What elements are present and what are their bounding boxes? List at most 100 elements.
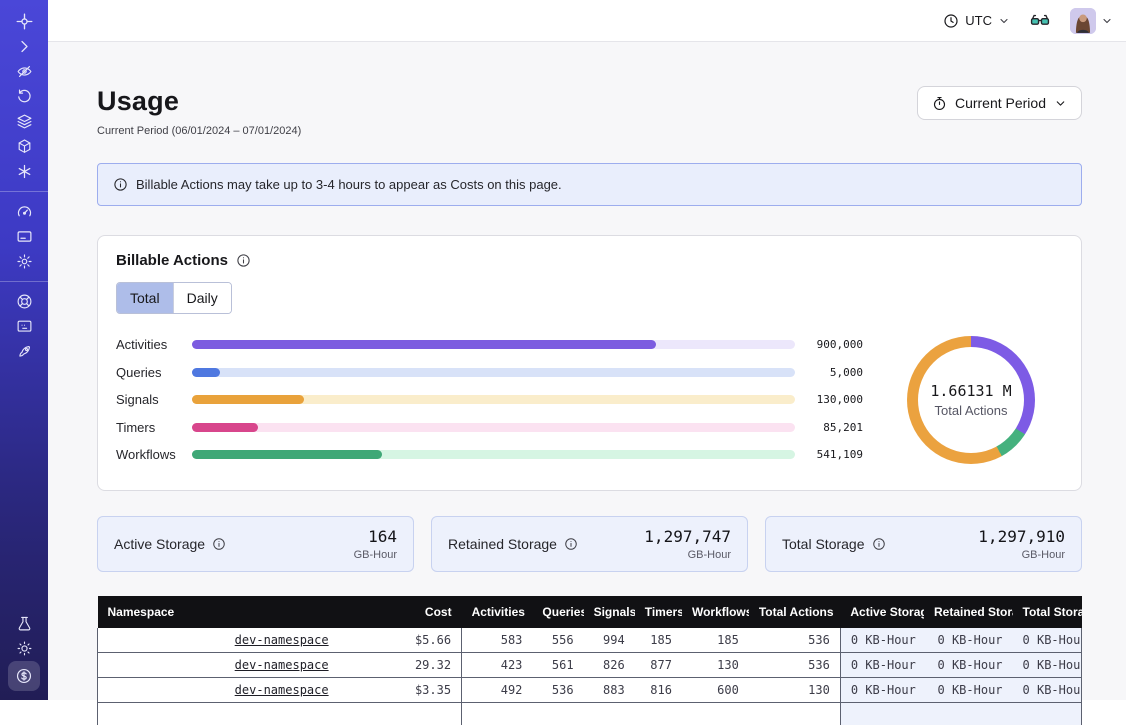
theme-sun-icon[interactable] [9, 636, 39, 661]
period-dropdown-button[interactable]: Current Period [917, 86, 1082, 120]
cell-retained-storage: 0 KB-Hour [924, 677, 1013, 702]
stopwatch-icon [932, 96, 947, 111]
clock-icon [943, 13, 959, 29]
table-row: dev-namespace 29.32 423 561 826 877 130 … [98, 652, 1082, 677]
collapse-chevron-icon[interactable] [9, 34, 39, 59]
bar-fill [192, 340, 656, 349]
user-menu[interactable] [1070, 8, 1113, 34]
cell-cost: 29.32 [339, 652, 462, 677]
tab-total[interactable]: Total [117, 283, 173, 313]
col-timers: Timers [635, 596, 682, 628]
support-lifebuoy-icon[interactable] [9, 289, 39, 314]
cell-activities: 423 [462, 652, 533, 677]
bar-fill [192, 423, 258, 432]
cell-cost: $5.66 [339, 628, 462, 653]
bar-value: 900,000 [795, 338, 863, 351]
col-retained-storage: Retained Storage [924, 596, 1013, 628]
table-row: dev-namespace $5.66 583 556 994 185 185 … [98, 628, 1082, 653]
cell-retained-storage: 0 KB-Hour [924, 628, 1013, 653]
cell-total-storage: 0 KB-Hour [1013, 677, 1082, 702]
info-icon[interactable] [236, 253, 251, 268]
info-icon[interactable] [872, 537, 886, 551]
total-storage-value: 1,297,910 [978, 527, 1065, 546]
timezone-selector[interactable]: UTC [943, 13, 1010, 29]
bar-row-activities: Activities 900,000 [116, 331, 863, 359]
tab-daily[interactable]: Daily [173, 283, 231, 313]
col-activities: Activities [462, 596, 533, 628]
bar-value: 5,000 [795, 366, 863, 379]
info-icon[interactable] [564, 537, 578, 551]
cell-workflows: 185 [682, 628, 749, 653]
bar-row-workflows: Workflows 541,109 [116, 441, 863, 469]
info-banner: Billable Actions may take up to 3-4 hour… [97, 163, 1082, 206]
bar-track [192, 368, 795, 377]
asterisk-icon[interactable] [9, 159, 39, 184]
bar-chart: Activities 900,000 Queries 5,000 Signals [116, 331, 863, 469]
settings-gear-icon[interactable] [9, 249, 39, 274]
namespace-link[interactable]: dev-namespace [235, 658, 329, 672]
cube-icon[interactable] [9, 134, 39, 159]
usage-dollar-icon[interactable] [8, 661, 40, 691]
namespace-link[interactable]: dev-namespace [235, 683, 329, 697]
col-queries: Queries [532, 596, 583, 628]
info-icon[interactable] [212, 537, 226, 551]
temporal-logo-icon[interactable] [9, 9, 39, 34]
bar-row-signals: Signals 130,000 [116, 386, 863, 414]
cell-cost: $3.35 [339, 677, 462, 702]
bar-fill [192, 368, 220, 377]
cell-activities: 583 [462, 628, 533, 653]
active-storage-label: Active Storage [114, 536, 205, 552]
total-storage-card: Total Storage 1,297,910 GB-Hour [765, 516, 1082, 572]
cell-total-actions: 536 [749, 628, 841, 653]
rocket-icon[interactable] [9, 339, 39, 364]
bar-track [192, 340, 795, 349]
active-storage-card: Active Storage 164 GB-Hour [97, 516, 414, 572]
dev-glasses-icon[interactable] [1029, 10, 1051, 32]
namespace-link[interactable]: dev-namespace [235, 633, 329, 647]
layers-icon[interactable] [9, 109, 39, 134]
cell-retained-storage: 0 KB-Hour [924, 652, 1013, 677]
period-button-label: Current Period [955, 95, 1046, 111]
col-signals: Signals [584, 596, 635, 628]
chevron-down-icon [998, 15, 1010, 27]
chevron-down-icon [1054, 97, 1067, 110]
bar-fill [192, 395, 304, 404]
lab-flask-icon[interactable] [9, 611, 39, 636]
history-icon[interactable] [9, 84, 39, 109]
bar-track [192, 423, 795, 432]
billing-card-icon[interactable] [9, 224, 39, 249]
billable-actions-chart: Activities 900,000 Queries 5,000 Signals [116, 331, 1063, 469]
timezone-label: UTC [965, 13, 992, 28]
donut-ring: 1.66131 M Total Actions [907, 336, 1035, 464]
cell-activities: 492 [462, 677, 533, 702]
retained-storage-label: Retained Storage [448, 536, 557, 552]
top-header: UTC [48, 0, 1126, 42]
cell-total-storage: 0 KB-Hour [1013, 652, 1082, 677]
bar-row-queries: Queries 5,000 [116, 359, 863, 387]
gauge-icon[interactable] [9, 199, 39, 224]
console-monitor-icon[interactable] [9, 314, 39, 339]
info-banner-text: Billable Actions may take up to 3-4 hour… [136, 177, 562, 192]
col-namespace: Namespace [98, 596, 339, 628]
bar-value: 85,201 [795, 421, 863, 434]
chevron-down-icon [1101, 15, 1113, 27]
table-row: dev-namespace $3.35 492 536 883 816 600 … [98, 677, 1082, 702]
cell-active-storage: 0 KB-Hour [840, 652, 924, 677]
bar-label: Signals [116, 392, 192, 407]
cell-active-storage: 0 KB-Hour [840, 677, 924, 702]
view-toggle: Total Daily [116, 282, 232, 314]
bar-value: 130,000 [795, 393, 863, 406]
page-title: Usage [97, 86, 301, 117]
table-row-partial [98, 702, 1082, 725]
eye-off-icon[interactable] [9, 59, 39, 84]
sidebar-divider [0, 191, 48, 192]
cell-timers: 877 [635, 652, 682, 677]
active-storage-unit: GB-Hour [354, 549, 397, 561]
cell-signals: 994 [584, 628, 635, 653]
bar-label: Activities [116, 337, 192, 352]
col-workflows: Workflows [682, 596, 749, 628]
cell-queries: 556 [532, 628, 583, 653]
retained-storage-value: 1,297,747 [644, 527, 731, 546]
retained-storage-unit: GB-Hour [644, 549, 731, 561]
user-avatar [1070, 8, 1096, 34]
